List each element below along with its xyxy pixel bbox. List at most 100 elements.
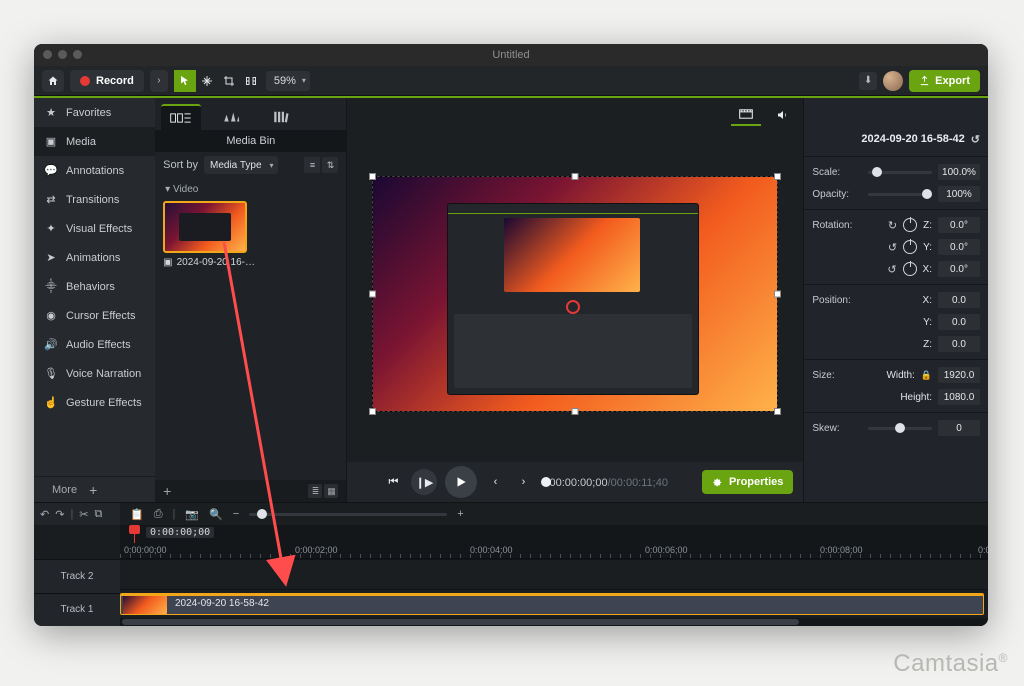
behaviors-icon: ⸎ [44, 279, 58, 294]
step-back-button[interactable]: ❙▶ [411, 469, 437, 495]
height-value[interactable]: 1080.0 [938, 389, 980, 405]
canvas-tab-video[interactable] [731, 104, 761, 126]
media-clip-thumb[interactable] [163, 201, 247, 253]
magnet-tool[interactable] [240, 70, 262, 92]
rotate-ccw-icon[interactable]: ↺ [888, 241, 897, 254]
track-label-2[interactable]: Track 2 [34, 559, 120, 593]
sort-label: Sort by [163, 159, 198, 171]
redo-button[interactable]: ↷ [55, 508, 64, 521]
pos-z-value[interactable]: 0.0 [938, 336, 980, 352]
scale-slider[interactable] [868, 171, 932, 174]
rotation-dial-y[interactable] [903, 240, 917, 254]
paste-button[interactable]: 📋 [130, 508, 144, 521]
sidebar-item-transitions[interactable]: ⇄Transitions [34, 185, 155, 214]
timeline-scrollbar[interactable] [120, 618, 988, 626]
sidebar-item-visual-effects[interactable]: ✦Visual Effects [34, 214, 155, 243]
play-button[interactable] [445, 466, 477, 498]
reset-icon[interactable]: ↺ [971, 133, 980, 146]
sort-asc-button[interactable]: ≡ [304, 157, 320, 173]
clip-label: 2024-09-20 16-58-42 [175, 598, 269, 609]
properties-button[interactable]: Properties [702, 470, 793, 494]
download-button[interactable]: ⬇ [859, 72, 877, 90]
rotation-dial-x[interactable] [903, 262, 917, 276]
record-button[interactable]: Record [70, 70, 144, 92]
sidebar-item-cursor-effects[interactable]: ◉Cursor Effects [34, 301, 155, 330]
pos-y-value[interactable]: 0.0 [938, 314, 980, 330]
zoom-dropdown[interactable]: 59% [266, 71, 310, 91]
media-pane: Media Bin Sort by Media Type ≡ ⇅ ▾ Video… [155, 98, 347, 502]
next-button[interactable]: › [513, 472, 533, 492]
crop-tool[interactable] [218, 70, 240, 92]
rot-y-value[interactable]: 0.0° [938, 239, 980, 255]
media-tab-bin[interactable] [161, 104, 201, 130]
sidebar-item-voice-narration[interactable]: 🎙Voice Narration [34, 359, 155, 388]
record-icon [80, 76, 90, 86]
sidebar-item-annotations[interactable]: 💬Annotations [34, 156, 155, 185]
sidebar-item-gesture-effects[interactable]: ☝Gesture Effects [34, 388, 155, 417]
rotate-ccw-icon-2[interactable]: ↺ [887, 263, 896, 276]
prev-button[interactable]: ‹ [485, 472, 505, 492]
playbar: ⏮ ❙▶ ‹ › 00:00:00;00/00:00:11;40 Propert… [347, 462, 803, 502]
prev-frame-button[interactable]: ⏮ [383, 472, 403, 492]
timeline-ruler[interactable]: 0:00:00;00 0:00:02;00 0:00:04;00 0:00:06… [120, 543, 988, 559]
opacity-value[interactable]: 100% [938, 186, 980, 202]
rotate-cw-icon[interactable]: ↻ [888, 219, 897, 232]
timeline-clip[interactable]: 2024-09-20 16-58-42 [120, 593, 984, 616]
titlebar: Untitled [34, 44, 988, 66]
canvas-area: ⏮ ❙▶ ‹ › 00:00:00;00/00:00:11;40 Propert… [347, 98, 803, 502]
window-controls[interactable] [43, 50, 82, 59]
sort-dir-button[interactable]: ⇅ [322, 157, 338, 173]
home-button[interactable] [42, 70, 64, 92]
copy-button[interactable]: ⧉ [95, 508, 103, 521]
track-2[interactable] [120, 559, 988, 589]
sidebar-item-favorites[interactable]: ★Favorites [34, 98, 155, 127]
opacity-slider[interactable] [868, 193, 932, 196]
scale-value[interactable]: 100.0% [938, 164, 980, 180]
media-tab-library[interactable] [211, 104, 251, 130]
pan-tool[interactable] [196, 70, 218, 92]
playhead-timecode: 0:00:00;00 [146, 527, 214, 538]
split-button[interactable]: ⎙ [154, 508, 163, 521]
view-list-button[interactable]: ≣ [308, 484, 322, 498]
width-value[interactable]: 1920.0 [938, 367, 980, 383]
track-label-1[interactable]: Track 1 [34, 593, 120, 627]
window-title: Untitled [492, 49, 529, 61]
playhead-line [134, 525, 135, 543]
record-menu-button[interactable]: › [150, 70, 168, 92]
cut-button[interactable]: ✂ [79, 508, 88, 521]
account-avatar[interactable] [883, 71, 903, 91]
canvas-tab-audio[interactable] [767, 104, 797, 126]
zoom-out-button[interactable]: 🔍 [209, 508, 223, 521]
media-tab-books[interactable] [261, 104, 301, 130]
skew-slider[interactable] [868, 427, 932, 430]
lock-icon[interactable]: 🔒 [921, 370, 932, 381]
timeline-edit-tools: ↶ ↷ | ✂ ⧉ [34, 503, 120, 525]
sidebar-more[interactable]: More + [34, 476, 155, 502]
view-grid-button[interactable]: ▦ [324, 484, 338, 498]
preview-canvas[interactable] [372, 176, 778, 412]
main-toolbar: Record › 59% ⬇ Export [34, 66, 988, 96]
track-1[interactable]: 2024-09-20 16-58-42 [120, 589, 988, 619]
undo-button[interactable]: ↶ [40, 508, 49, 521]
rot-x-value[interactable]: 0.0° [938, 261, 980, 277]
snapshot-button[interactable]: 📷 [185, 508, 199, 521]
rotation-dial-z[interactable] [903, 218, 917, 232]
skew-value[interactable]: 0 [938, 420, 980, 436]
add-media-button[interactable]: + [163, 483, 171, 499]
rot-z-value[interactable]: 0.0° [938, 217, 980, 233]
timeline-zoom-slider[interactable] [249, 513, 447, 516]
canvas-tools: 59% [174, 70, 310, 92]
sidebar-item-behaviors[interactable]: ⸎Behaviors [34, 272, 155, 301]
sidebar-item-media[interactable]: ▣Media [34, 127, 155, 156]
timecode: 00:00:00;00/00:00:11;40 [549, 476, 667, 489]
export-button[interactable]: Export [909, 70, 980, 92]
sidebar-item-audio-effects[interactable]: 🔊Audio Effects [34, 330, 155, 359]
pos-x-value[interactable]: 0.0 [938, 292, 980, 308]
record-label: Record [96, 75, 134, 87]
zoom-in-button[interactable]: + [457, 508, 463, 520]
sidebar-item-animations[interactable]: ➤Animations [34, 243, 155, 272]
select-tool[interactable] [174, 70, 196, 92]
media-group-header[interactable]: ▾ Video [155, 178, 346, 197]
timeline-scrubrow[interactable]: 0:00:00;00 [120, 525, 988, 543]
sort-dropdown[interactable]: Media Type [204, 156, 278, 174]
